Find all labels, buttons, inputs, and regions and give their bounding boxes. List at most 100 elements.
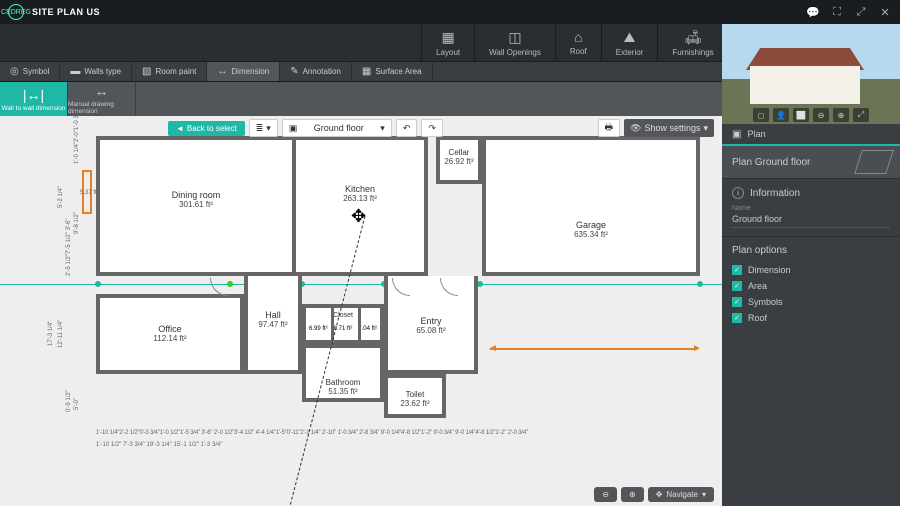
dimension-text: 5.37 ft: [80, 190, 97, 196]
preview-mode-1[interactable]: ◻: [753, 108, 769, 122]
subtab-symbol[interactable]: ◎Symbol: [0, 62, 60, 81]
manual-dim-icon: ↔: [95, 83, 109, 99]
tab-wall-openings[interactable]: ◫Wall Openings: [474, 24, 555, 61]
option-roof[interactable]: ✓Roof: [732, 310, 890, 326]
redo-button[interactable]: ↷: [421, 119, 443, 137]
zoom-out-icon: ⊖: [602, 490, 609, 499]
panel-header: Plan Ground floor: [722, 146, 900, 178]
tab-furnishings[interactable]: 🛋Furnishings: [657, 24, 727, 61]
dimension-text: 5'-2 1/4": [58, 186, 64, 208]
partition: [331, 308, 334, 344]
checkbox-checked-icon: ✓: [732, 297, 742, 307]
room-dining[interactable]: Dining room301.61 ft²: [96, 136, 296, 276]
dimension-line[interactable]: [490, 348, 696, 350]
zoom-in-button[interactable]: ⊕: [621, 487, 644, 502]
wall-node[interactable]: [95, 281, 101, 287]
preview-mode-3[interactable]: ⬜: [793, 108, 809, 122]
move-icon[interactable]: ✥: [351, 206, 366, 227]
dimension-text: 12'-11 1/4": [58, 320, 64, 348]
tab-roof[interactable]: ⌂Roof: [555, 24, 601, 61]
chat-icon[interactable]: 💬: [806, 5, 820, 19]
floor-selector[interactable]: ▣Ground floor▾: [282, 119, 392, 137]
chevron-down-icon: ▾: [702, 490, 706, 499]
print-icon: 🖶: [605, 120, 614, 136]
wall-node[interactable]: [697, 281, 703, 287]
name-input[interactable]: Ground floor: [732, 212, 890, 228]
name-label: Name: [732, 205, 890, 212]
plan-thumbnail-icon: [854, 150, 894, 174]
preview-zoom-in[interactable]: ⊕: [833, 108, 849, 122]
checkbox-checked-icon: ✓: [732, 265, 742, 275]
print-button[interactable]: 🖶: [598, 119, 621, 137]
subtab-room-paint[interactable]: ▧Room paint: [132, 62, 207, 81]
surface-area-icon: ▦: [362, 66, 371, 77]
back-to-select-button[interactable]: ◄Back to select: [168, 121, 245, 136]
tab-exterior[interactable]: ⛰Exterior: [601, 24, 658, 61]
chevron-down-icon: ▾: [703, 123, 708, 134]
subtab-walls-type[interactable]: ▬Walls type: [60, 62, 132, 81]
walls-type-icon: ▬: [70, 66, 80, 77]
expand-icon[interactable]: ⤢: [854, 5, 868, 19]
furnishings-icon: 🛋: [684, 29, 702, 46]
layers-button[interactable]: ≣▾: [249, 119, 278, 137]
canvas-right-toolbar: 🖶 👁Show settings▾: [598, 119, 715, 137]
arrow-left-icon: ◄: [488, 343, 498, 354]
chevron-down-icon: ▾: [266, 123, 271, 134]
app-logo: CEDREG: [8, 4, 24, 20]
room-bathroom[interactable]: Bathroom51.35 ft²: [302, 344, 384, 402]
house-3d-thumb: [750, 48, 860, 104]
floor-icon: ▣: [289, 123, 298, 134]
option-dimension[interactable]: ✓Dimension: [732, 262, 890, 278]
eye-icon: 👁: [630, 123, 641, 134]
room-garage[interactable]: Garage635.34 ft²: [482, 136, 700, 276]
room-office[interactable]: Office112.14 ft²: [96, 294, 244, 374]
dimension-text: 2'-5 1/2"7'-5 1/2" 3'-6": [66, 218, 72, 276]
annotation-icon: ✎: [290, 66, 298, 77]
wall-openings-icon: ◫: [508, 29, 521, 46]
close-icon[interactable]: ✕: [878, 5, 892, 19]
section-plan-options: Plan options ✓Dimension ✓Area ✓Symbols ✓…: [722, 236, 900, 334]
app-topbar: CEDREG SITE PLAN US 💬 ⛶ ⤢ ✕: [0, 0, 900, 24]
floorplan-drawing[interactable]: ◄ ► Dining room301.61 ft² Kitchen263.13 …: [0, 116, 722, 506]
navigate-button[interactable]: ✥Navigate▾: [648, 487, 714, 502]
dimension-text: 9'-8 1/2": [74, 212, 80, 234]
preview-expand[interactable]: ⤢: [853, 108, 869, 122]
dimension-text: 1'-0 1/4"2'-0"1'-0 3/4": [74, 108, 80, 164]
panel-tab-plan[interactable]: ▣Plan: [722, 124, 900, 146]
subtab-dimension[interactable]: ↔Dimension: [207, 62, 280, 81]
plan-options-title: Plan options: [732, 245, 890, 256]
subtab-annotation[interactable]: ✎Annotation: [280, 62, 352, 81]
room-kitchen[interactable]: Kitchen263.13 ft² ✥: [296, 136, 428, 276]
horizontal-guide[interactable]: [0, 284, 722, 285]
roof-icon: ⌂: [574, 29, 582, 45]
info-icon: i: [732, 187, 744, 199]
show-settings-button[interactable]: 👁Show settings▾: [624, 119, 714, 137]
back-arrow-icon: ◄: [176, 124, 184, 133]
subtab-surface-area[interactable]: ▦Surface Area: [352, 62, 433, 81]
fit-screen-icon[interactable]: ⛶: [830, 5, 844, 19]
tab-layout[interactable]: ▦Layout: [421, 24, 474, 61]
room-cellar[interactable]: Cellar26.92 ft²: [436, 136, 482, 184]
floorplan-canvas[interactable]: ◄Back to select ≣▾ ▣Ground floor▾ ↶ ↷ 🖶 …: [0, 116, 722, 506]
layout-icon: ▦: [441, 29, 454, 46]
redo-icon: ↷: [428, 123, 436, 134]
room-closet[interactable]: Closet 6.99 ft²8.71 ft²7.04 ft²: [302, 304, 384, 344]
zoom-in-icon: ⊕: [629, 490, 636, 499]
undo-button[interactable]: ↶: [396, 119, 418, 137]
dimension-text: 0'-9 1/2": [66, 390, 72, 412]
preview-3d[interactable]: ◻ 👤 ⬜ ⊖ ⊕ ⤢: [722, 24, 900, 124]
wall-to-wall-icon: |↔|: [23, 87, 44, 103]
plan-icon: ▣: [732, 129, 741, 140]
room-toilet[interactable]: Toilet23.62 ft²: [384, 374, 446, 418]
exterior-icon: ⛰: [624, 29, 636, 46]
dimension-icon: ↔: [217, 66, 227, 77]
tool-wall-to-wall[interactable]: |↔|Wall to wall dimension: [0, 82, 68, 116]
preview-zoom-out[interactable]: ⊖: [813, 108, 829, 122]
zoom-out-button[interactable]: ⊖: [594, 487, 617, 502]
checkbox-checked-icon: ✓: [732, 281, 742, 291]
panel-title: Plan Ground floor: [732, 157, 810, 168]
preview-mode-2[interactable]: 👤: [773, 108, 789, 122]
option-area[interactable]: ✓Area: [732, 278, 890, 294]
room-hall[interactable]: Hall97.47 ft²: [244, 276, 302, 374]
option-symbols[interactable]: ✓Symbols: [732, 294, 890, 310]
